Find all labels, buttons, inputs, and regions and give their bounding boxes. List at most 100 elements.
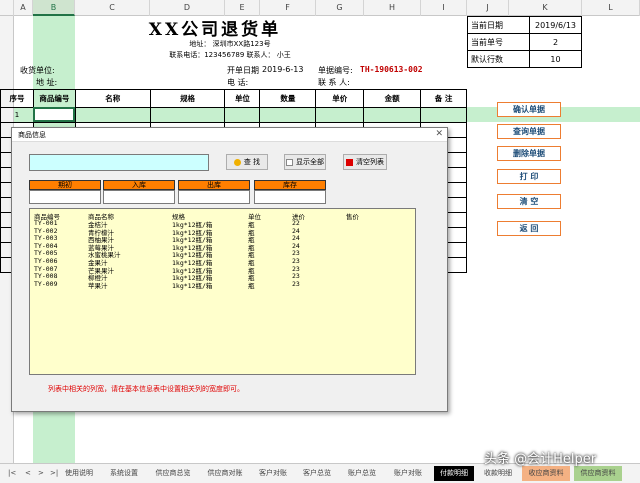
- table-cell[interactable]: [420, 107, 467, 123]
- current-no-value[interactable]: 2: [529, 33, 582, 51]
- header-name: 名称: [74, 89, 151, 108]
- header-amount: 金额: [363, 89, 422, 108]
- hint-text: 列表中相关的列宽，请在基本信息表中设置相关列的宽度即可。: [48, 385, 244, 393]
- column-header-g[interactable]: G: [316, 0, 364, 16]
- row-seq[interactable]: 1: [0, 107, 34, 123]
- address-label: 地 址:: [36, 78, 58, 87]
- tab-customer-overview[interactable]: 客户总览: [298, 466, 336, 481]
- tab-last-icon[interactable]: >|: [50, 466, 58, 481]
- contact-label: 联 系 人:: [318, 78, 350, 87]
- list-icon: [286, 158, 293, 166]
- table-cell[interactable]: [363, 107, 422, 123]
- tab-return-supplier[interactable]: 收应商资料: [522, 466, 570, 481]
- receiver-label: 收货单位:: [20, 66, 55, 75]
- back-button[interactable]: 返 回: [497, 221, 561, 236]
- stat-box-in: [103, 190, 175, 204]
- table-cell[interactable]: [224, 107, 261, 123]
- column-header-j[interactable]: J: [467, 0, 509, 16]
- list-item[interactable]: TY-009 苹果汁 1kg*12瓶/箱 瓶 23: [30, 279, 415, 290]
- clear-list-button-label: 清空列表: [356, 158, 384, 166]
- close-icon[interactable]: ✕: [435, 129, 443, 139]
- header-qty: 数量: [259, 89, 317, 108]
- column-header-h[interactable]: H: [364, 0, 421, 16]
- column-header-k[interactable]: K: [509, 0, 582, 16]
- table-cell[interactable]: [315, 107, 365, 123]
- selected-cell[interactable]: [33, 107, 75, 122]
- column-header-i[interactable]: I: [421, 0, 467, 16]
- query-doc-button[interactable]: 查询单据: [497, 124, 561, 139]
- delete-doc-button[interactable]: 删除单据: [497, 146, 561, 161]
- info-panel: 当前日期 2019/6/13 当前单号 2 默认行数 10: [467, 16, 582, 68]
- column-header-d[interactable]: D: [150, 0, 225, 16]
- header-seq: 序号: [0, 89, 34, 108]
- show-all-button[interactable]: 显示全部: [284, 154, 326, 170]
- tab-customer-reconcile[interactable]: 客户对账: [254, 466, 292, 481]
- list-item-cell: 苹果汁: [88, 281, 108, 290]
- dialog-title: 商品信息: [12, 128, 447, 142]
- column-header-e[interactable]: E: [225, 0, 260, 16]
- tab-account-overview[interactable]: 账户总览: [342, 466, 382, 481]
- table-cell[interactable]: [74, 107, 151, 123]
- clear-list-button[interactable]: 清空列表: [343, 154, 387, 170]
- search-icon: [233, 158, 241, 166]
- stat-box-out: [178, 190, 250, 204]
- tab-prev-icon[interactable]: <: [25, 466, 31, 481]
- product-info-dialog: 商品信息 ✕ 查 找 显示全部 清空列表 期初 入库 出库 库存 商品编号 商品…: [11, 127, 448, 412]
- company-address: 地址： 深圳市XX路123号: [189, 40, 271, 48]
- header-code: 商品编号: [32, 89, 76, 108]
- header-remark: 备 注: [420, 89, 467, 108]
- list-item-cell: 瓶: [248, 281, 255, 290]
- phone-label: 电 话:: [227, 78, 249, 87]
- table-cell[interactable]: [149, 107, 226, 123]
- tab-receipt-detail[interactable]: 收款明细: [478, 466, 518, 481]
- stat-header-stock: 库存: [254, 180, 326, 190]
- tab-next-icon[interactable]: >: [38, 466, 44, 481]
- default-rows-value[interactable]: 10: [529, 50, 582, 68]
- tab-supplier-overview[interactable]: 供应商总览: [150, 466, 196, 481]
- tab-account-reconcile[interactable]: 账户对账: [388, 466, 428, 481]
- current-date-value[interactable]: 2019/6/13: [529, 16, 582, 34]
- date-value[interactable]: 2019-6-13: [262, 65, 303, 74]
- stat-header-out: 出库: [178, 180, 250, 190]
- date-label: 开单日期: [227, 66, 259, 75]
- product-list[interactable]: 商品编号 商品名称 规格 单位 进价 售价 TY-001 金桔汁 1kg*12瓶/箱…: [29, 208, 416, 375]
- column-header-a[interactable]: A: [14, 0, 33, 16]
- list-item-cell: TY-009: [34, 279, 58, 288]
- stat-header-in: 入库: [103, 180, 175, 190]
- list-item-cell: 23: [292, 279, 300, 288]
- stat-box-opening: [29, 190, 101, 204]
- column-header-c[interactable]: C: [75, 0, 150, 16]
- company-contact: 联系电话：123456789 联系人： 小王: [169, 51, 291, 59]
- column-header-l[interactable]: L: [582, 0, 640, 16]
- tab-settings[interactable]: 系统设置: [104, 466, 144, 481]
- tab-payment-detail[interactable]: 付款明细: [434, 466, 474, 481]
- search-input[interactable]: [29, 154, 209, 171]
- tab-supplier-data[interactable]: 供应商资料: [574, 466, 622, 481]
- select-all-corner[interactable]: [0, 0, 14, 16]
- document-title: XX公司退货单: [148, 20, 282, 40]
- header-price: 单价: [315, 89, 365, 108]
- tab-usage[interactable]: 使用说明: [60, 466, 98, 481]
- delete-icon: [346, 158, 353, 166]
- clear-button[interactable]: 清 空: [497, 194, 561, 209]
- print-button[interactable]: 打 印: [497, 169, 561, 184]
- company-info: 地址： 深圳市XX路123号 联系电话：123456789 联系人： 小王: [150, 39, 310, 61]
- column-header-f[interactable]: F: [260, 0, 316, 16]
- confirm-doc-button[interactable]: 确认单据: [497, 102, 561, 117]
- header-spec: 规格: [149, 89, 226, 108]
- tab-supplier-reconcile[interactable]: 供应商对账: [202, 466, 248, 481]
- header-unit: 单位: [224, 89, 261, 108]
- list-header: 商品编号 商品名称 规格 单位 进价 售价: [30, 211, 415, 221]
- stat-header-opening: 期初: [29, 180, 101, 190]
- column-header-bar: A B C D E F G H I J K L: [0, 0, 640, 16]
- column-header-b[interactable]: B: [33, 0, 75, 16]
- stat-box-stock: [254, 190, 326, 204]
- doc-no-label: 单据编号:: [318, 66, 353, 75]
- watermark: 头条 @会计Helper: [484, 452, 597, 467]
- tab-first-icon[interactable]: |<: [8, 466, 16, 481]
- search-button[interactable]: 查 找: [226, 154, 268, 170]
- doc-no-value[interactable]: TH-190613-002: [360, 65, 423, 74]
- current-no-label: 当前单号: [467, 33, 530, 51]
- search-button-label: 查 找: [243, 158, 261, 166]
- table-cell[interactable]: [259, 107, 317, 123]
